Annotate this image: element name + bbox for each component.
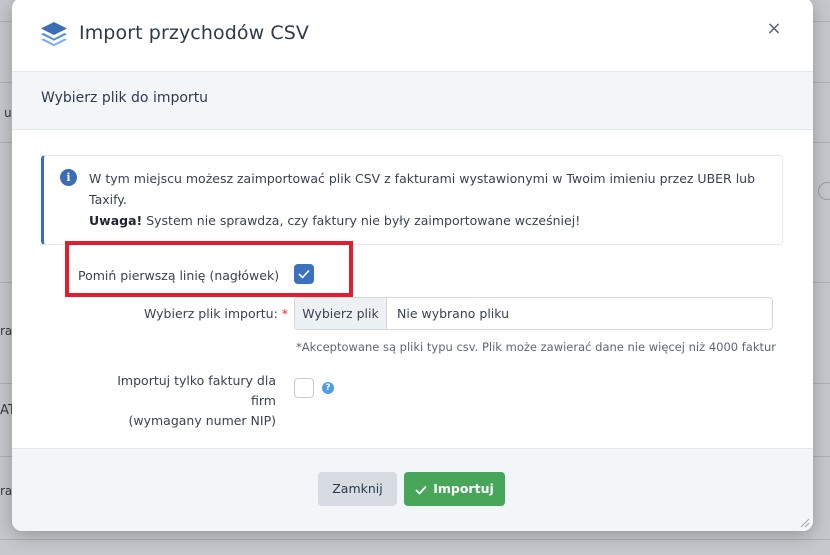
- file-label-text: Wybierz plik importu:: [144, 306, 278, 321]
- file-name-value: Nie wybrano pliku: [397, 306, 510, 321]
- import-button[interactable]: Importuj: [404, 472, 505, 506]
- highlight-annotation: [65, 241, 353, 297]
- import-csv-modal: Import przychodów CSV × Wybierz plik do …: [12, 0, 813, 531]
- info-text: W tym miejscu możesz zaimportować plik C…: [89, 171, 756, 207]
- modal-footer: Zamknij Importuj: [12, 448, 813, 531]
- bg-fragment: ra: [0, 324, 13, 338]
- question-icon[interactable]: ?: [322, 382, 334, 394]
- import-button-label: Importuj: [433, 481, 494, 496]
- bg-circle-control: [818, 182, 830, 200]
- bg-fragment: ra: [0, 484, 13, 498]
- section-title: Wybierz plik do importu: [41, 90, 209, 106]
- companies-only-label-line1: Importuj tylko faktury dla firm: [117, 373, 276, 408]
- checkmark-icon: [415, 485, 427, 495]
- choose-file-button[interactable]: Wybierz plik: [295, 298, 387, 329]
- required-mark: *: [281, 306, 289, 321]
- section-header: Wybierz plik do importu: [12, 72, 813, 130]
- modal-header: Import przychodów CSV ×: [12, 0, 813, 72]
- warning-label: Uwaga!: [89, 213, 143, 228]
- close-icon[interactable]: ×: [765, 20, 783, 38]
- companies-only-label-line2: (wymagany numer NIP): [128, 413, 277, 428]
- warning-text: System nie sprawdza, czy faktury nie był…: [142, 213, 581, 228]
- bg-divider: [0, 539, 830, 540]
- info-alert: i W tym miejscu możesz zaimportować plik…: [41, 155, 783, 245]
- bg-fragment: u: [4, 106, 12, 120]
- file-help-text: *Akceptowane są pliki typu csv. Plik moż…: [296, 340, 777, 354]
- file-input[interactable]: Wybierz plik Nie wybrano pliku: [294, 297, 773, 330]
- info-icon: i: [60, 169, 77, 186]
- close-button[interactable]: Zamknij: [318, 472, 397, 506]
- file-import-label: Wybierz plik importu: *: [144, 306, 288, 321]
- resize-grip-icon[interactable]: [798, 516, 810, 528]
- layers-icon: [41, 22, 67, 47]
- modal-title: Import przychodów CSV: [79, 22, 309, 44]
- companies-only-label: Importuj tylko faktury dla firm (wymagan…: [92, 371, 276, 431]
- companies-only-checkbox[interactable]: [294, 378, 314, 398]
- info-warning: Uwaga! System nie sprawdza, czy faktury …: [89, 213, 580, 228]
